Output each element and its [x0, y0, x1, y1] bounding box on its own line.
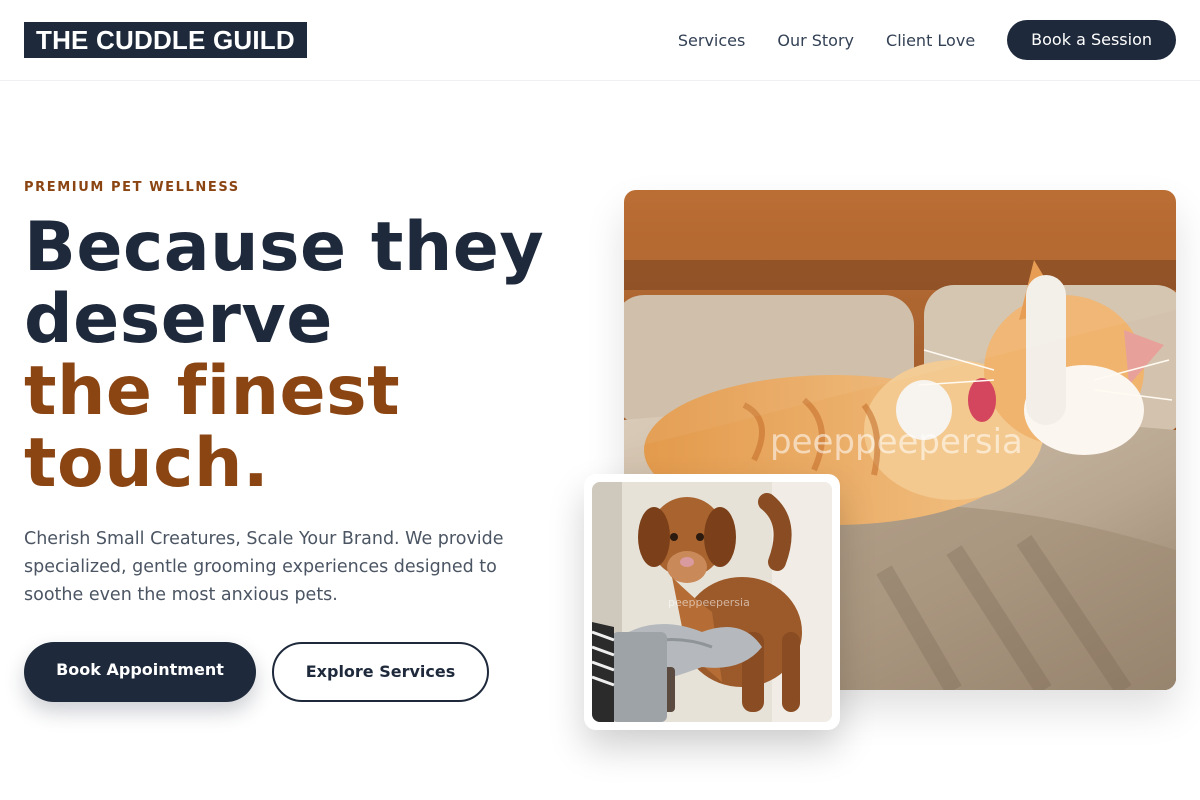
book-appointment-button[interactable]: Book Appointment: [24, 642, 256, 702]
headline-line-2: deserve: [24, 280, 333, 359]
hero-headline: Because they deserve the finest touch.: [24, 212, 594, 500]
brand-logo[interactable]: THE CUDDLE GUILD: [24, 22, 307, 58]
nav-link-our-story[interactable]: Our Story: [777, 31, 854, 50]
headline-line-4: touch.: [24, 424, 270, 503]
hero-eyebrow: PREMIUM PET WELLNESS: [24, 180, 240, 195]
main-photo-watermark: peeppeepersia: [770, 422, 1023, 462]
headline-line-3: the finest: [24, 352, 401, 431]
explore-services-button[interactable]: Explore Services: [272, 642, 489, 702]
dog-photo: peeppeepersia: [592, 482, 832, 722]
site-header: THE CUDDLE GUILD Services Our Story Clie…: [0, 0, 1200, 81]
book-session-button[interactable]: Book a Session: [1007, 20, 1176, 60]
dog-photo-watermark: peeppeepersia: [668, 596, 750, 609]
nav-link-services[interactable]: Services: [678, 31, 745, 50]
hero-description: Cherish Small Creatures, Scale Your Bran…: [24, 529, 504, 605]
nav-link-client-love[interactable]: Client Love: [886, 31, 975, 50]
main-nav: Services Our Story Client Love Book a Se…: [678, 0, 1176, 80]
headline-line-1: Because they: [24, 208, 545, 287]
dog-photo-card: peeppeepersia: [584, 474, 840, 730]
